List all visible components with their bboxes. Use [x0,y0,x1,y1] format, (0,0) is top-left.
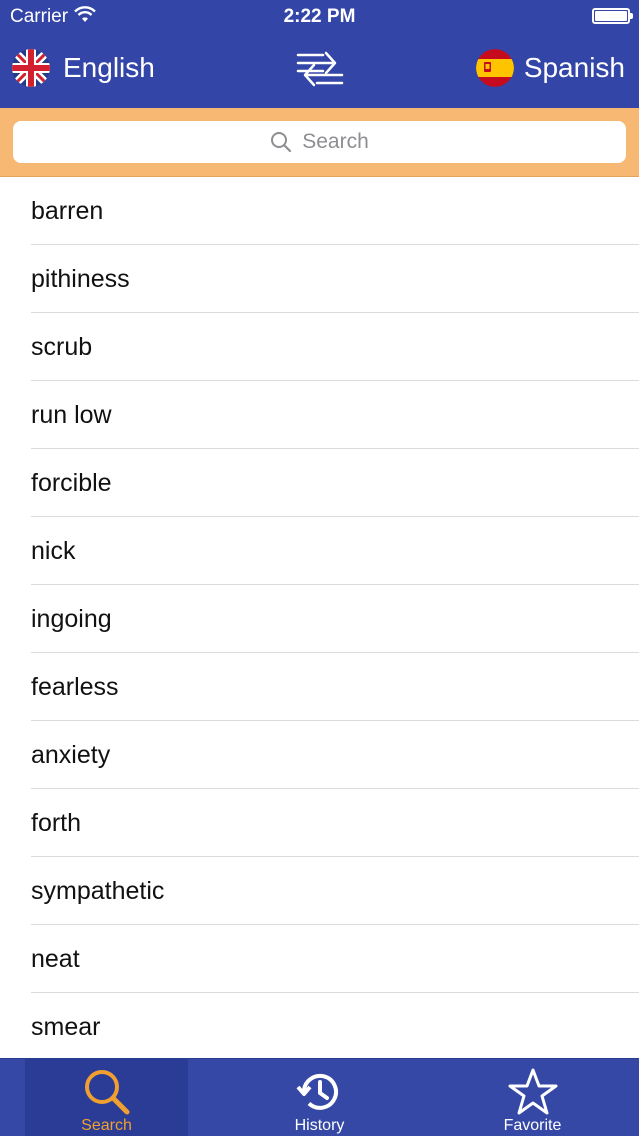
list-item[interactable]: smear [0,993,639,1061]
source-language-label: English [63,52,155,83]
list-item[interactable]: forth [0,789,639,857]
list-item[interactable]: pithiness [0,245,639,313]
tab-history-label: History [294,1117,345,1134]
target-language-button[interactable]: Spanish [475,48,625,88]
status-bar: Carrier 2:22 PM [0,0,639,34]
word-label: scrub [31,332,93,361]
word-label: forcible [31,468,112,497]
word-label: nick [31,536,76,565]
clock-label: 2:22 PM [283,6,356,27]
source-language-button[interactable]: English [12,48,155,88]
list-item[interactable]: ingoing [0,585,639,653]
word-label: run low [31,400,112,429]
word-label: fearless [31,672,119,701]
tab-search[interactable]: Search [25,1059,188,1136]
list-item[interactable]: run low [0,381,639,449]
list-item[interactable]: nick [0,517,639,585]
list-item[interactable]: anxiety [0,721,639,789]
word-label: smear [31,1012,101,1041]
word-label: pithiness [31,264,130,293]
history-icon [295,1073,338,1110]
word-label: barren [31,196,104,225]
spain-flag-icon [475,49,514,87]
tab-favorite[interactable]: Favorite [451,1059,614,1136]
top-bar: Carrier 2:22 PM English Spanish [0,0,639,108]
word-list: barren pithiness scrub run low forcible … [0,177,639,1061]
list-item[interactable]: sympathetic [0,857,639,925]
search-input[interactable]: Search [13,121,626,163]
dictionary-screen: Carrier 2:22 PM English Spanish Search b… [0,0,639,1136]
tab-history[interactable]: History [238,1059,401,1136]
tab-bar: Search History Favorite [0,1058,639,1136]
list-item[interactable]: forcible [0,449,639,517]
search-placeholder: Search [302,130,369,153]
tab-search-label: Search [81,1117,132,1134]
word-label: neat [31,944,80,973]
search-icon [271,132,292,153]
swap-languages-icon[interactable] [295,49,345,89]
tab-favorite-label: Favorite [503,1117,562,1134]
uk-flag-icon [12,49,50,87]
list-item[interactable]: barren [0,177,639,245]
word-label: forth [31,808,82,837]
list-item[interactable]: scrub [0,313,639,381]
list-item[interactable]: fearless [0,653,639,721]
battery-icon [592,8,633,24]
word-label: ingoing [31,604,112,633]
search-icon [84,1070,129,1115]
list-item[interactable]: neat [0,925,639,993]
search-bar-container: Search [0,108,639,177]
star-icon [508,1068,557,1115]
word-label: anxiety [31,740,111,769]
language-bar: English Spanish [0,34,639,108]
target-language-label: Spanish [523,52,625,83]
word-label: sympathetic [31,876,165,905]
